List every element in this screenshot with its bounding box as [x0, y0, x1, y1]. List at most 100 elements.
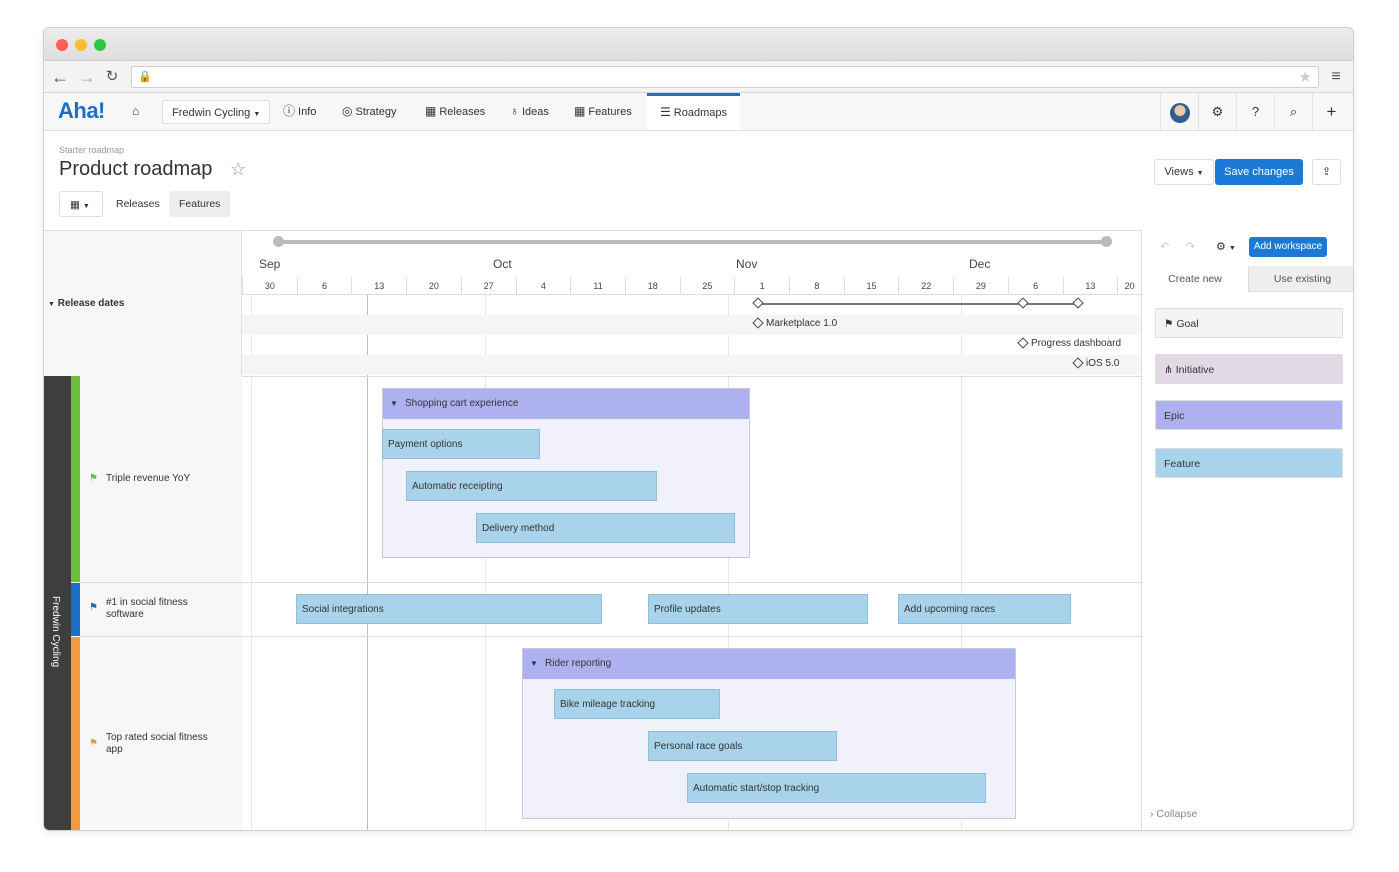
chevron-down-icon: ▼	[1228, 245, 1236, 252]
close-window-button[interactable]	[56, 39, 68, 51]
page-title: Product roadmap	[59, 158, 213, 180]
range-start-handle[interactable]	[273, 236, 284, 247]
feature-bar[interactable]: Social integrations	[296, 594, 602, 624]
month-label: Nov	[736, 257, 758, 271]
feature-bar[interactable]: Profile updates	[648, 594, 868, 624]
export-share-icon[interactable]: ⇪	[1312, 159, 1341, 185]
collapse-panel-button[interactable]: › Collapse	[1150, 808, 1197, 820]
forward-icon[interactable]: →	[77, 67, 97, 87]
create-initiative-card[interactable]: ⋔ Initiative	[1155, 354, 1343, 384]
nav-strategy[interactable]: ◎ Strategy	[342, 93, 396, 130]
day-tick-label: 20	[1117, 277, 1141, 295]
goal-row-label[interactable]: ⚑ Triple revenue YoY	[80, 376, 242, 582]
maximize-window-button[interactable]	[94, 39, 106, 51]
milestone-label[interactable]: iOS 5.0	[1086, 358, 1119, 369]
feature-bar[interactable]: Add upcoming races	[898, 594, 1071, 624]
flag-icon: ⚑	[89, 602, 98, 613]
bookmark-star-icon[interactable]: ★	[1299, 68, 1312, 86]
day-tick-label: 6	[296, 277, 352, 295]
hierarchy-icon: ⋔	[1164, 364, 1173, 376]
day-tick-label: 8	[789, 277, 844, 295]
toggle-releases[interactable]: Releases	[106, 191, 170, 217]
search-icon[interactable]: ⌕	[1274, 93, 1312, 130]
favorite-star-icon[interactable]: ☆	[230, 159, 246, 180]
save-changes-button[interactable]: Save changes	[1215, 159, 1303, 185]
timeline-range-slider[interactable]	[276, 240, 1106, 244]
nav-home[interactable]: ⌂	[132, 93, 142, 130]
caret-down-icon: ▼	[390, 399, 398, 408]
goal-row-label[interactable]: ⚑ #1 in social fitness software	[80, 583, 242, 636]
chevron-down-icon: ▼	[253, 111, 261, 118]
milestone-label[interactable]: Progress dashboard	[1031, 338, 1121, 349]
views-label: Views	[1164, 166, 1194, 178]
feature-bar[interactable]: Delivery method	[476, 513, 735, 543]
avatar	[1169, 102, 1190, 123]
milestone-diamond[interactable]	[752, 297, 764, 309]
menu-icon[interactable]: ≡	[1326, 67, 1346, 87]
date-range-dropdown[interactable]: ▦ ▼	[59, 191, 103, 217]
chevron-right-icon: ›	[1150, 808, 1154, 820]
tab-use-existing[interactable]: Use existing	[1248, 266, 1353, 292]
roadmap-timeline: Sep Oct Nov Dec 30 6 13 20 27 4 11 18 25 1 8 15 22 29 6 13…	[44, 230, 1141, 830]
tab-create-new[interactable]: Create new	[1142, 266, 1248, 292]
milestone-diamond[interactable]	[1017, 297, 1029, 309]
feature-bar[interactable]: Bike mileage tracking	[554, 689, 720, 719]
reload-icon[interactable]: ↻	[102, 67, 122, 87]
milestone-diamond[interactable]	[1017, 337, 1029, 349]
nav-info[interactable]: ⓘ Info	[283, 93, 316, 130]
undo-icon[interactable]: ↶	[1160, 240, 1169, 253]
views-dropdown-button[interactable]: Views ▼	[1154, 159, 1214, 185]
create-goal-card[interactable]: ⚑ Goal	[1155, 308, 1343, 338]
create-epic-card[interactable]: Epic	[1155, 400, 1343, 430]
feature-bar[interactable]: Automatic receipting	[406, 471, 657, 501]
milestone-diamond[interactable]	[1072, 297, 1084, 309]
add-plus-icon[interactable]: +	[1312, 93, 1350, 130]
redo-icon[interactable]: ↷	[1186, 240, 1195, 253]
range-end-handle[interactable]	[1101, 236, 1112, 247]
settings-gear-icon[interactable]: ⚙	[1198, 93, 1236, 130]
feature-bar[interactable]: Personal race goals	[648, 731, 837, 761]
day-tick-label: 22	[898, 277, 954, 295]
product-selector[interactable]: Fredwin Cycling ▼	[162, 100, 271, 124]
url-bar[interactable]: 🔒 ★	[131, 66, 1319, 88]
card-label: Goal	[1176, 318, 1199, 330]
release-band	[242, 315, 1141, 335]
back-icon[interactable]: ←	[50, 67, 70, 87]
workspace-bar: Fredwin Cycling	[44, 376, 71, 830]
minimize-window-button[interactable]	[75, 39, 87, 51]
feature-bar[interactable]: Automatic start/stop tracking	[687, 773, 986, 803]
help-icon[interactable]: ?	[1236, 93, 1274, 130]
grid-icon: ▦	[574, 104, 586, 118]
lightbulb-icon: ♁	[510, 104, 519, 118]
title-bar	[44, 28, 1353, 61]
nav-roadmaps[interactable]: ☰ Roadmaps	[647, 93, 740, 130]
day-tick-label: 13	[351, 277, 407, 295]
release-dates-toggle[interactable]: ▼ Release dates	[48, 298, 124, 309]
caret-down-icon: ▼	[48, 301, 55, 308]
initiative-header[interactable]: ▼ Shopping cart experience	[383, 389, 749, 419]
target-icon: ◎	[342, 104, 353, 118]
settings-gear-icon[interactable]: ⚙ ▼	[1216, 240, 1236, 253]
breadcrumb[interactable]: Starter roadmap	[59, 145, 124, 155]
user-avatar-button[interactable]	[1160, 93, 1198, 130]
create-feature-card[interactable]: Feature	[1155, 448, 1343, 478]
initiative-header[interactable]: ▼ Rider reporting	[523, 649, 1015, 679]
day-tick-label: 6	[1007, 277, 1063, 295]
nav-features-label: Features	[588, 106, 632, 118]
add-workspace-button[interactable]: Add workspace	[1249, 237, 1327, 257]
release-dates-label: Release dates	[57, 298, 125, 309]
nav-ideas[interactable]: ♁ Ideas	[510, 93, 549, 130]
release-span-line	[758, 303, 1081, 305]
initiative-label: Rider reporting	[545, 658, 612, 669]
goal-row-label[interactable]: ⚑ Top rated social fitness app	[80, 637, 242, 830]
toggle-features[interactable]: Features	[169, 191, 231, 217]
milestone-label[interactable]: Marketplace 1.0	[766, 318, 837, 329]
day-tick-label: 15	[843, 277, 899, 295]
aha-logo[interactable]: Aha!	[58, 98, 105, 124]
nav-releases[interactable]: ▦ Releases	[425, 93, 485, 130]
day-tick-label: 18	[624, 277, 680, 295]
day-tick-label: 27	[460, 277, 516, 295]
feature-bar[interactable]: Payment options	[382, 429, 540, 459]
goal-color-stripe	[71, 637, 80, 830]
nav-features[interactable]: ▦ Features	[574, 93, 632, 130]
